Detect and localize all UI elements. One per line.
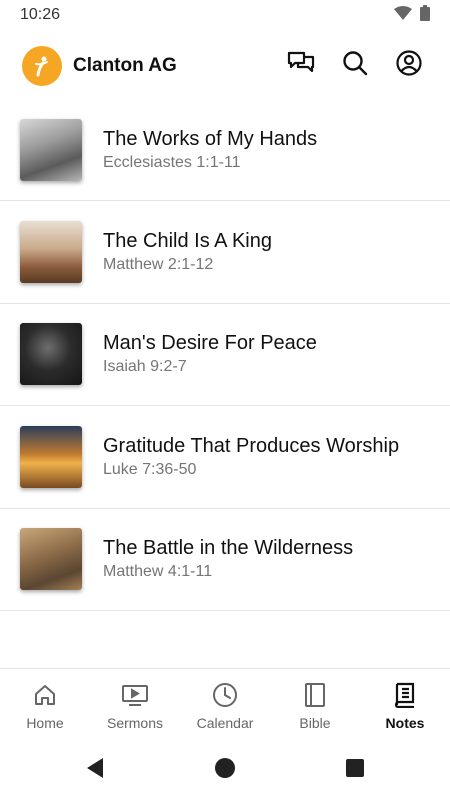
circle-icon	[214, 757, 236, 784]
item-text: The Battle in the Wilderness Matthew 4:1…	[103, 535, 353, 583]
app-logo	[22, 46, 62, 86]
list-item[interactable]: The Battle in the Wilderness Matthew 4:1…	[0, 509, 450, 611]
home-icon	[31, 681, 59, 709]
item-title: The Child Is A King	[103, 229, 272, 252]
profile-button[interactable]	[394, 49, 424, 81]
clock-icon	[211, 681, 239, 709]
notes-list: The Works of My Hands Ecclesiastes 1:1-1…	[0, 100, 450, 611]
nav-calendar[interactable]: Calendar	[180, 669, 270, 742]
nav-home[interactable]: Home	[0, 669, 90, 742]
nav-sermons[interactable]: Sermons	[90, 669, 180, 742]
app-title: Clanton AG	[73, 55, 177, 76]
item-scripture: Isaiah 9:2-7	[103, 358, 187, 376]
item-title: The Battle in the Wilderness	[103, 537, 354, 560]
nav-label: Home	[26, 715, 64, 731]
sermon-thumbnail	[20, 220, 82, 283]
chat-icon	[287, 50, 315, 81]
item-scripture: Matthew 2:1-12	[103, 255, 214, 273]
home-system-button[interactable]	[160, 757, 290, 784]
nav-bible[interactable]: Bible	[270, 669, 360, 742]
item-text: Gratitude That Produces Worship Luke 7:3…	[103, 433, 399, 481]
sermon-thumbnail	[20, 323, 82, 386]
recents-button[interactable]	[290, 758, 420, 783]
nav-label: Sermons	[106, 715, 164, 731]
sermon-thumbnail	[20, 119, 82, 181]
item-text: Man's Desire For Peace Isaiah 9:2-7	[103, 330, 317, 378]
list-item[interactable]: The Child Is A King Matthew 2:1-12	[0, 201, 450, 304]
book-icon	[301, 681, 329, 709]
notes-icon	[391, 681, 419, 709]
item-scripture: Luke 7:36-50	[103, 460, 197, 478]
back-icon	[85, 757, 105, 784]
app-header: Clanton AG	[0, 36, 450, 96]
status-icons	[394, 4, 430, 26]
item-title: Gratitude That Produces Worship	[103, 434, 400, 457]
nav-label: Bible	[299, 715, 331, 731]
item-scripture: Ecclesiastes 1:1-11	[103, 154, 241, 171]
item-scripture: Matthew 4:1-11	[103, 563, 213, 581]
back-button[interactable]	[30, 757, 160, 784]
square-icon	[345, 758, 365, 783]
sermon-thumbnail	[20, 528, 82, 591]
header-actions	[286, 49, 424, 81]
nav-label: Calendar	[196, 715, 254, 731]
wifi-icon	[394, 5, 412, 25]
list-item[interactable]: Man's Desire For Peace Isaiah 9:2-7	[0, 304, 450, 406]
video-icon	[121, 681, 149, 709]
system-nav-bar	[0, 745, 450, 795]
search-button[interactable]	[340, 50, 370, 80]
nav-label: Notes	[385, 715, 425, 731]
list-item[interactable]: Gratitude That Produces Worship Luke 7:3…	[0, 406, 450, 509]
bottom-nav: Home Sermons Calendar Bible Notes	[0, 668, 450, 742]
item-text: The Child Is A King Matthew 2:1-12	[103, 228, 272, 276]
status-bar: 10:26	[0, 0, 450, 30]
item-title: The Works of My Hands	[103, 128, 318, 150]
status-time: 10:26	[20, 6, 61, 23]
search-icon	[342, 50, 368, 81]
item-text: The Works of My Hands Ecclesiastes 1:1-1…	[103, 126, 317, 174]
chat-button[interactable]	[286, 50, 316, 80]
sermon-thumbnail	[20, 425, 82, 488]
nav-notes[interactable]: Notes	[360, 669, 450, 742]
list-item[interactable]: The Works of My Hands Ecclesiastes 1:1-1…	[0, 100, 450, 201]
item-title: Man's Desire For Peace	[103, 332, 317, 355]
battery-icon	[420, 4, 430, 26]
account-icon	[396, 49, 422, 81]
